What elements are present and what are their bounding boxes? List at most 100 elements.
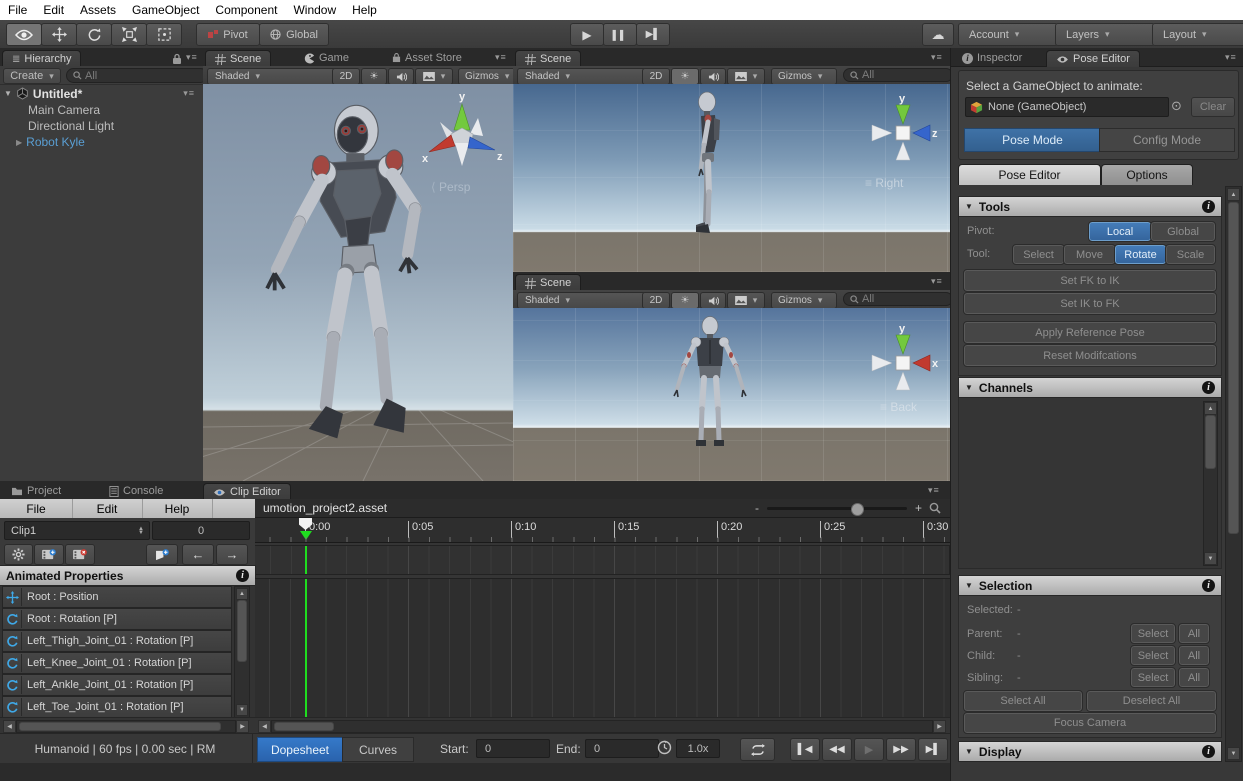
pivot-global-button[interactable]: Global	[1151, 222, 1215, 241]
parent-all-button[interactable]: All	[1179, 624, 1209, 643]
effects-dropdown[interactable]	[727, 68, 765, 85]
child-all-button[interactable]: All	[1179, 646, 1209, 665]
collapse-icon[interactable]: ▼	[965, 383, 973, 392]
scroll-left-icon[interactable]: ◀	[3, 720, 16, 733]
panel-menu-icon[interactable]: ▾≡	[1225, 52, 1237, 63]
clip-select-dropdown[interactable]: Clip1 ▲▼	[4, 521, 150, 540]
view-mode-label[interactable]: ≡ Right	[865, 176, 903, 190]
shaded-dropdown[interactable]: Shaded	[517, 292, 646, 309]
cloud-button[interactable]: ☁	[922, 23, 954, 46]
dopesheet-grid[interactable]	[255, 578, 950, 718]
global-toggle-button[interactable]: Global	[259, 23, 329, 46]
select-all-button[interactable]: Select All	[964, 691, 1082, 711]
hierarchy-item-main-camera[interactable]: Main Camera	[0, 102, 203, 118]
info-icon[interactable]: i	[1202, 381, 1215, 394]
audio-toggle[interactable]	[700, 292, 726, 309]
end-field[interactable]: 0	[585, 739, 659, 758]
clip-menu-help[interactable]: Help	[142, 499, 213, 518]
go-to-end-button[interactable]: ▶▌	[918, 738, 948, 761]
parent-select-button[interactable]: Select	[1131, 624, 1175, 643]
curves-tab-button[interactable]: Curves	[342, 737, 414, 762]
axis-y-cone[interactable]	[454, 104, 470, 130]
playback-speed-field[interactable]: 1.0x	[676, 739, 720, 758]
properties-hscroll-thumb[interactable]	[19, 722, 221, 731]
playhead-line[interactable]	[305, 546, 307, 574]
foldout-closed-icon[interactable]: ▶	[16, 138, 22, 147]
axis-z-cone[interactable]	[913, 125, 930, 141]
pivot-toggle-button[interactable]: Pivot	[196, 23, 260, 46]
scene-right-viewport[interactable]: y z ≡ Right	[513, 84, 950, 272]
scroll-right-icon[interactable]: ▶	[933, 720, 946, 733]
scroll-down-icon[interactable]: ▼	[1204, 552, 1217, 565]
start-field[interactable]: 0	[476, 739, 550, 758]
tab-scene-right[interactable]: Scene	[515, 50, 581, 67]
rotate-tool-button[interactable]	[76, 23, 112, 46]
layout-dropdown[interactable]: Layout	[1152, 23, 1243, 46]
scroll-left-icon[interactable]: ◀	[258, 720, 271, 733]
step-button[interactable]: ▶▌	[636, 23, 670, 46]
play-animation-button[interactable]: ▶	[854, 738, 884, 761]
info-icon[interactable]: i	[1202, 745, 1215, 758]
child-select-button[interactable]: Select	[1131, 646, 1175, 665]
scene-row-untitled[interactable]: ▼ Untitled* ▾≡	[0, 85, 203, 102]
scene-back-viewport[interactable]: y x ≡ Back	[513, 308, 950, 481]
pivot-local-button[interactable]: Local	[1089, 222, 1151, 241]
channels-section-header[interactable]: ▼ Channels i	[958, 377, 1222, 398]
create-dropdown[interactable]: Create	[3, 68, 61, 84]
scene-gizmo-persp[interactable]: y x z	[420, 90, 505, 190]
hierarchy-item-directional-light[interactable]: Directional Light	[0, 118, 203, 134]
axis-z-cone[interactable]	[468, 137, 495, 150]
tab-pose-editor[interactable]: Pose Editor	[1046, 50, 1140, 67]
menu-window[interactable]: Window	[285, 3, 344, 17]
scrollbar-thumb[interactable]	[1228, 202, 1239, 534]
tab-asset-store[interactable]: Asset Store	[383, 50, 471, 66]
gizmos-dropdown[interactable]: Gizmos	[458, 68, 518, 85]
playhead-line[interactable]	[305, 579, 307, 718]
lighting-toggle[interactable]: ☀	[361, 68, 387, 85]
axis-y-cone[interactable]	[896, 335, 910, 354]
set-ik-to-fk-button[interactable]: Set IK to FK	[964, 293, 1216, 314]
scroll-down-icon[interactable]: ▼	[1227, 747, 1240, 760]
lighting-toggle[interactable]: ☀	[671, 68, 699, 85]
clip-menu-edit[interactable]: Edit	[72, 499, 143, 518]
scroll-up-icon[interactable]: ▲	[236, 588, 248, 600]
collapse-icon[interactable]: ▼	[965, 581, 973, 590]
zoom-search-icon[interactable]	[929, 502, 941, 514]
rewind-button[interactable]: ◀◀	[822, 738, 852, 761]
hierarchy-item-robot-kyle[interactable]: ▶ Robot Kyle	[0, 134, 203, 150]
scene-main-viewport[interactable]: y x z ⟨ Persp	[203, 84, 514, 481]
focus-camera-button[interactable]: Focus Camera	[964, 713, 1216, 733]
inspector-scrollbar[interactable]: ▲ ▼	[1225, 186, 1242, 762]
axis-y-cone[interactable]	[896, 105, 910, 124]
set-fk-to-ik-button[interactable]: Set FK to IK	[964, 270, 1216, 291]
menu-file[interactable]: File	[0, 3, 35, 17]
scroll-right-icon[interactable]: ▶	[236, 720, 249, 733]
scroll-up-icon[interactable]: ▲	[1227, 188, 1240, 201]
hierarchy-search-input[interactable]: All	[66, 68, 208, 83]
tab-game[interactable]: Game	[295, 50, 358, 66]
subtab-pose-editor[interactable]: Pose Editor	[958, 164, 1101, 185]
property-row[interactable]: Left_Ankle_Joint_01 : Rotation [P]	[2, 674, 232, 696]
collapse-icon[interactable]: ▼	[965, 202, 973, 211]
zoom-in-label[interactable]: +	[915, 501, 922, 515]
add-clip-button[interactable]	[34, 544, 64, 565]
info-icon[interactable]: i	[236, 569, 249, 582]
subtab-options[interactable]: Options	[1101, 164, 1193, 185]
apply-reference-pose-button[interactable]: Apply Reference Pose	[964, 322, 1216, 343]
selection-section-header[interactable]: ▼ Selection i	[958, 575, 1222, 596]
axis-x-cone[interactable]	[913, 355, 930, 371]
property-row[interactable]: Left_Knee_Joint_01 : Rotation [P]	[2, 652, 232, 674]
reset-modifications-button[interactable]: Reset Modifcations	[964, 345, 1216, 366]
menu-component[interactable]: Component	[207, 3, 285, 17]
scrollbar-thumb[interactable]	[237, 600, 247, 662]
audio-toggle[interactable]	[700, 68, 726, 85]
property-row[interactable]: Root : Rotation [P]	[2, 608, 232, 630]
property-row[interactable]: Root : Position	[2, 586, 232, 608]
dopesheet-hscroll-thumb[interactable]	[274, 722, 334, 731]
2d-toggle[interactable]: 2D	[642, 292, 670, 309]
add-key-button[interactable]	[146, 544, 178, 565]
view-mode-label[interactable]: ⟨ Persp	[431, 180, 470, 194]
view-mode-label[interactable]: ≡ Back	[880, 400, 917, 414]
menu-edit[interactable]: Edit	[35, 3, 72, 17]
sibling-all-button[interactable]: All	[1179, 668, 1209, 687]
